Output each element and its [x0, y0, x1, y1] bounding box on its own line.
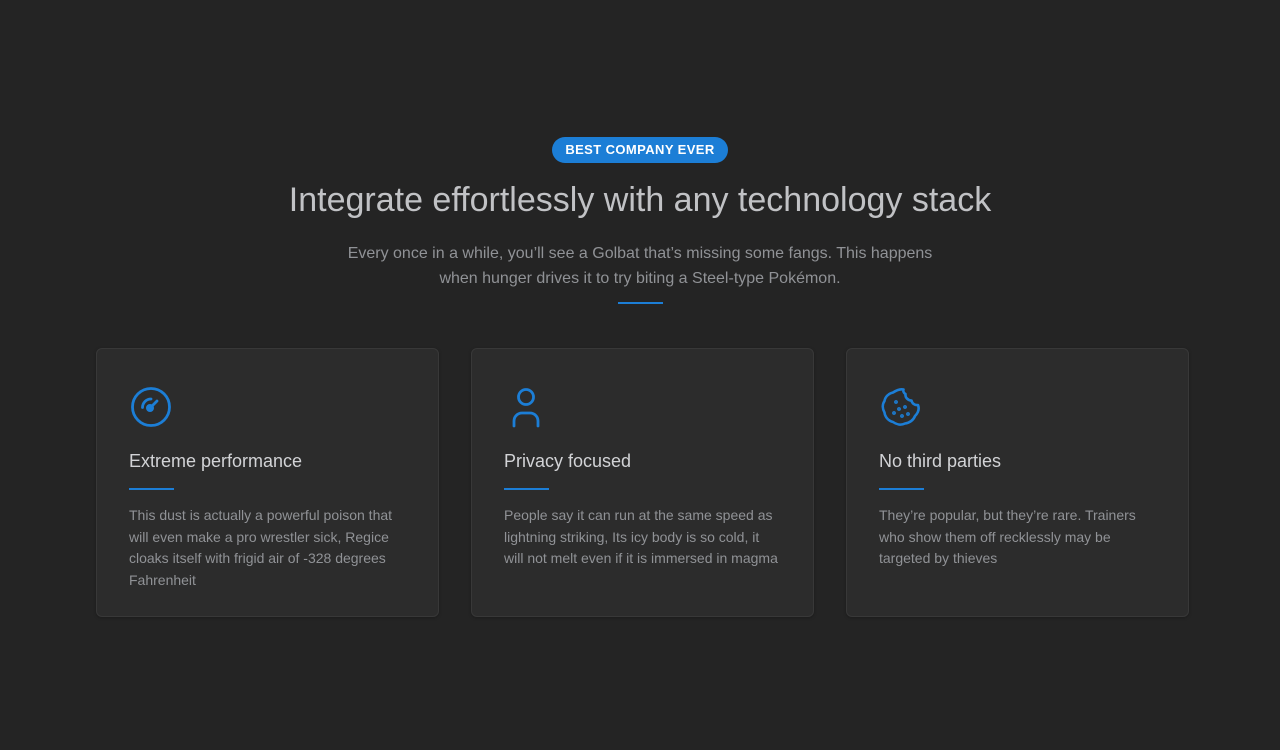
feature-card-third-parties: No third parties They’re popular, but th…: [846, 348, 1189, 617]
card-divider: [879, 488, 924, 490]
features-section: BEST COMPANY EVER Integrate effortlessly…: [0, 0, 1280, 750]
feature-cards: Extreme performance This dust is actuall…: [96, 348, 1189, 617]
gauge-icon: [131, 387, 171, 427]
card-title: Extreme performance: [129, 451, 303, 471]
feature-card-performance: Extreme performance This dust is actuall…: [96, 348, 439, 617]
user-icon: [512, 388, 540, 428]
card-description: This dust is actually a powerful poison …: [129, 507, 393, 588]
feature-card-privacy: Privacy focused People say it can run at…: [471, 348, 814, 617]
card-description: They’re popular, but they’re rare. Train…: [879, 507, 1136, 566]
card-title: No third parties: [879, 451, 1002, 471]
card-divider: [504, 488, 549, 490]
title-divider: [617, 302, 663, 304]
card-title: Privacy focused: [504, 451, 632, 471]
section-subtitle: Every once in a while, you’ll see a Golb…: [347, 245, 933, 287]
card-divider: [129, 488, 174, 490]
section-header: BEST COMPANY EVER Integrate effortlessly…: [0, 137, 1280, 304]
cookie-icon: [881, 387, 920, 426]
card-description: People say it can run at the same speed …: [504, 507, 778, 566]
section-title: Integrate effortlessly with any technolo…: [288, 181, 992, 219]
company-badge: BEST COMPANY EVER: [552, 137, 728, 163]
